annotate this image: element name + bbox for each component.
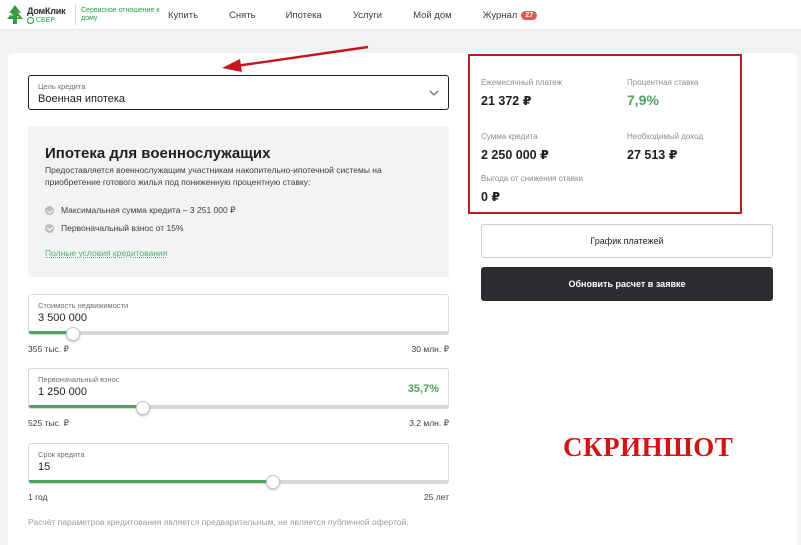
down-payment-value[interactable]: 1 250 000 (38, 386, 87, 398)
monthly-payment-label: Ежемесячный платеж (481, 78, 563, 87)
loan-amount-value: 2 250 000 ₽ (481, 148, 549, 162)
nav-services[interactable]: Услуги (353, 10, 382, 21)
full-terms-link[interactable]: Полные условия кредитования (45, 248, 167, 258)
nav-rent[interactable]: Снять (229, 10, 256, 21)
range-min: 525 тыс. ₽ (28, 418, 69, 428)
info-bullet: Максимальная сумма кредита – 3 251 000 ₽ (45, 205, 236, 216)
loan-purpose-value: Военная ипотека (38, 93, 126, 105)
top-header: ДомКлик СБЕР Сервисное отношение к дому … (0, 0, 801, 30)
loan-term-label: Срок кредита (38, 450, 85, 459)
military-mortgage-info: Ипотека для военнослужащих Предоставляет… (28, 126, 449, 277)
domclick-logo[interactable]: ДомКлик СБЕР Сервисное отношение к дому (6, 4, 159, 28)
logo-divider (75, 5, 76, 25)
rate-reduction-benefit-value: 0 ₽ (481, 190, 501, 204)
nav-journal-label: Журнал (482, 9, 518, 21)
down-payment-label: Первоначальный взнос (38, 375, 120, 384)
range-max: 3.2 млн. ₽ (409, 418, 449, 428)
property-cost-value[interactable]: 3 500 000 (38, 312, 87, 324)
range-min: 1 год (28, 492, 48, 502)
main-nav: Купить Снять Ипотека Услуги Мой дом Журн… (168, 0, 568, 30)
rate-reduction-benefit: Выгода от снижения ставки 0 ₽ (481, 174, 583, 204)
logo-slogan: Сервисное отношение к дому (81, 7, 160, 22)
info-bullet: Первоначальный взнос от 15% (45, 223, 184, 233)
sber-icon (27, 17, 34, 24)
journal-badge: 27 (521, 10, 538, 20)
check-icon (45, 206, 54, 215)
down-payment-slider-handle[interactable] (135, 401, 150, 415)
interest-rate-label: Процентная ставка (627, 78, 699, 87)
info-bullet-text: Первоначальный взнос от 15% (61, 223, 184, 233)
monthly-payment-value: 21 372 ₽ (481, 94, 532, 108)
results-panel: Ежемесячный платеж 21 372 ₽ Процентная с… (468, 54, 742, 214)
nav-journal[interactable]: Журнал 27 (482, 9, 538, 21)
loan-term-value[interactable]: 15 (38, 461, 50, 473)
check-icon (45, 223, 54, 233)
rate-reduction-benefit-label: Выгода от снижения ставки (481, 174, 583, 183)
range-min: 355 тыс. ₽ (28, 344, 69, 354)
info-description: Предоставляется военнослужащим участника… (45, 165, 382, 187)
required-income-value: 27 513 ₽ (627, 148, 678, 162)
required-income: Необходимый доход 27 513 ₽ (627, 132, 703, 162)
info-title: Ипотека для военнослужащих (45, 145, 271, 162)
property-cost-label: Стоимость недвижимости (38, 301, 129, 310)
down-payment-percent: 35,7% (407, 383, 439, 395)
loan-amount: Сумма кредита 2 250 000 ₽ (481, 132, 549, 162)
disclaimer-text: Расчёт параметров кредитования является … (28, 517, 409, 527)
loan-term-field[interactable]: Срок кредита 15 (28, 443, 449, 484)
logo-name: ДомКлик (27, 6, 66, 16)
loan-purpose-label: Цель кредита (38, 82, 86, 91)
loan-purpose-select[interactable]: Цель кредита Военная ипотека (28, 75, 449, 110)
required-income-label: Необходимый доход (627, 132, 704, 141)
loan-term-track[interactable] (29, 480, 448, 483)
logo-sber-text: СБЕР (36, 17, 55, 24)
interest-rate-value: 7,9% (627, 92, 659, 108)
down-payment-field[interactable]: Первоначальный взнос 1 250 000 35,7% (28, 368, 449, 409)
nav-my-home[interactable]: Мой дом (413, 10, 452, 21)
interest-rate: Процентная ставка 7,9% (627, 78, 699, 108)
loan-amount-label: Сумма кредита (481, 132, 538, 141)
update-application-button[interactable]: Обновить расчет в заявке (481, 267, 773, 301)
monthly-payment: Ежемесячный платеж 21 372 ₽ (481, 78, 562, 108)
down-payment-fill (29, 405, 143, 408)
logo-sber: СБЕР (27, 17, 55, 24)
property-cost-field[interactable]: Стоимость недвижимости 3 500 000 (28, 294, 449, 335)
nav-mortgage[interactable]: Ипотека (286, 10, 322, 21)
property-cost-slider-handle[interactable] (65, 327, 80, 341)
payment-schedule-button[interactable]: График платежей (481, 224, 773, 258)
nav-buy[interactable]: Купить (168, 10, 198, 21)
loan-term-fill (29, 480, 274, 483)
range-max: 30 млн. ₽ (411, 344, 449, 354)
property-cost-track[interactable] (29, 331, 448, 334)
screenshot-stamp: СКРИНШОТ (563, 432, 734, 462)
chevron-down-icon (429, 90, 439, 96)
info-bullet-text: Максимальная сумма кредита – 3 251 000 ₽ (61, 205, 236, 215)
tree-icon (7, 5, 23, 24)
range-max: 25 лет (423, 492, 449, 502)
down-payment-track[interactable] (29, 405, 448, 408)
